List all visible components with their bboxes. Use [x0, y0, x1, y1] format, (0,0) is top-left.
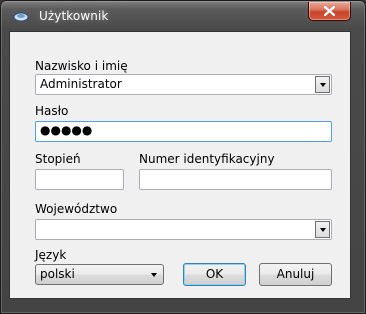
name-dropdown[interactable]: Administrator — [35, 74, 332, 95]
dialog-body: Nazwisko i imię Administrator Hasło ●●●●… — [9, 31, 351, 299]
cancel-button[interactable]: Anuluj — [259, 263, 332, 286]
window-title: Użytkownik — [39, 9, 109, 23]
name-label: Nazwisko i imię — [35, 59, 128, 73]
password-value: ●●●●● — [40, 123, 93, 137]
password-label: Hasło — [35, 104, 69, 118]
language-value: polski — [40, 267, 75, 281]
close-icon — [324, 6, 335, 16]
province-dropdown-button[interactable] — [315, 221, 330, 238]
close-button[interactable] — [308, 2, 351, 21]
ok-button[interactable]: OK — [183, 263, 246, 286]
chevron-down-icon — [151, 273, 157, 277]
province-label: Województwo — [35, 202, 118, 216]
name-dropdown-button[interactable] — [315, 76, 330, 93]
title-bar[interactable]: Użytkownik — [1, 1, 365, 31]
degree-label: Stopień — [35, 152, 81, 166]
password-field[interactable]: ●●●●● — [35, 121, 332, 142]
language-dropdown[interactable]: polski — [35, 264, 164, 285]
dialog-window: Użytkownik Nazwisko i imię Administrator… — [0, 0, 366, 314]
id-number-field[interactable] — [139, 169, 332, 190]
name-value: Administrator — [40, 77, 122, 91]
id-number-label: Numer identyfikacyjny — [139, 152, 275, 166]
app-icon — [13, 12, 29, 22]
province-dropdown[interactable] — [35, 219, 332, 240]
language-label: Język — [35, 248, 67, 262]
chevron-down-icon — [319, 227, 326, 232]
degree-field[interactable] — [35, 169, 124, 190]
chevron-down-icon — [319, 82, 326, 87]
